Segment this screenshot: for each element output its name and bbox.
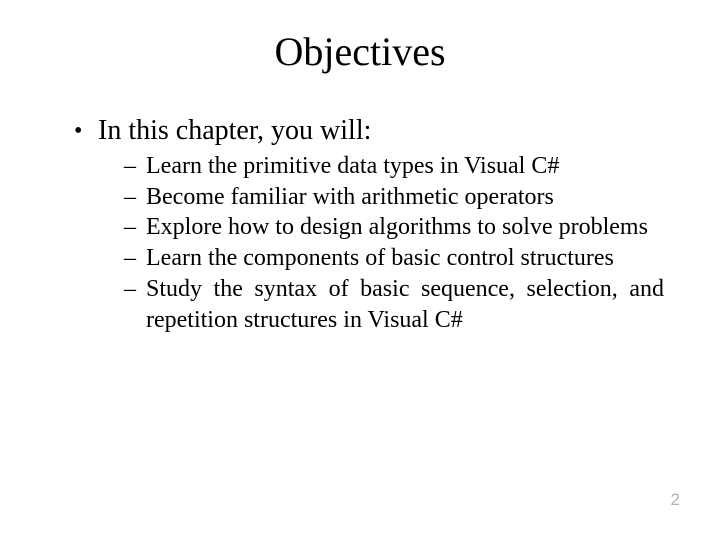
bullet-item: Explore how to design algorithms to solv… [124, 212, 664, 243]
intro-text: In this chapter, you will: [98, 115, 371, 146]
bullet-item: Study the syntax of basic sequence, sele… [124, 274, 664, 335]
slide: Objectives In this chapter, you will: Le… [0, 0, 720, 540]
sub-list: Learn the primitive data types in Visual… [98, 151, 664, 335]
intro-item: In this chapter, you will: Learn the pri… [74, 115, 664, 335]
bullet-text: Study the syntax of basic sequence, sele… [146, 276, 664, 333]
main-list: In this chapter, you will: Learn the pri… [56, 115, 664, 335]
bullet-text: Explore how to design algorithms to solv… [146, 214, 648, 240]
bullet-item: Learn the primitive data types in Visual… [124, 151, 664, 182]
slide-title: Objectives [56, 28, 664, 75]
bullet-item: Become familiar with arithmetic operator… [124, 182, 664, 213]
page-number: 2 [671, 490, 680, 510]
bullet-text: Learn the components of basic control st… [146, 245, 614, 271]
bullet-text: Learn the primitive data types in Visual… [146, 153, 559, 179]
bullet-item: Learn the components of basic control st… [124, 243, 664, 274]
bullet-text: Become familiar with arithmetic operator… [146, 184, 554, 210]
